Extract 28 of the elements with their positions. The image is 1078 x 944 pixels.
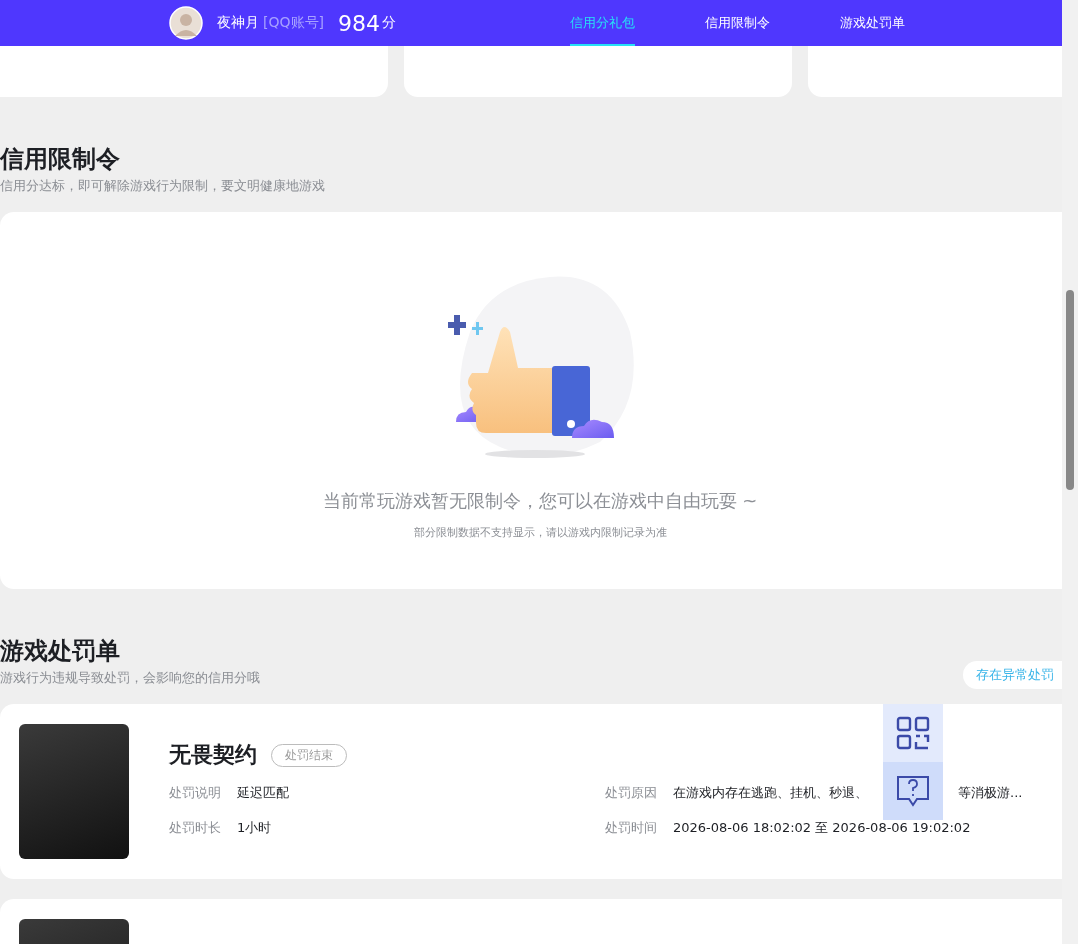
qr-code-button[interactable]	[883, 704, 943, 762]
scrollbar-thumb[interactable]	[1066, 290, 1074, 490]
field-label: 处罚说明	[169, 785, 221, 800]
help-button[interactable]	[883, 762, 943, 820]
field-value: 1小时	[237, 820, 272, 835]
qr-code-icon	[896, 716, 930, 750]
user-name: 夜神月	[217, 14, 259, 32]
field-value: 等消极游...	[958, 785, 1023, 800]
field-value: 延迟匹配	[237, 785, 289, 800]
nav-tab[interactable]: 信用限制令	[705, 0, 770, 46]
empty-state-note: 部分限制数据不支持显示，请以游戏内限制记录为准	[413, 525, 667, 540]
field-label: 处罚时长	[169, 820, 221, 835]
score-unit: 分	[381, 14, 396, 32]
section-title: 游戏处罚单	[0, 636, 121, 667]
avatar	[169, 6, 203, 40]
field-value: 2026-08-06 18:02:02 至 2026-08-06 19:02:02	[673, 820, 971, 835]
help-chat-icon	[896, 774, 930, 808]
game-title: 无畏契约	[169, 741, 257, 769]
empty-state-message: 当前常玩游戏暂无限制令，您可以在游戏中自由玩耍 ~	[322, 489, 758, 513]
field-label: 处罚原因	[605, 785, 657, 800]
field-label: 处罚时间	[605, 820, 657, 835]
section-subtitle: 信用分达标，即可解除游戏行为限制，要文明健康地游戏	[0, 177, 326, 195]
section-title: 信用限制令	[0, 144, 121, 175]
credit-score: 984	[337, 10, 380, 36]
nav-tab[interactable]: 游戏处罚单	[840, 0, 905, 46]
section-subtitle: 游戏行为违规导致处罚，会影响您的信用分哦	[0, 669, 260, 687]
field-value: 在游戏内存在逃跑、挂机、秒退、	[673, 785, 868, 800]
account-type: [QQ账号]	[263, 14, 324, 32]
